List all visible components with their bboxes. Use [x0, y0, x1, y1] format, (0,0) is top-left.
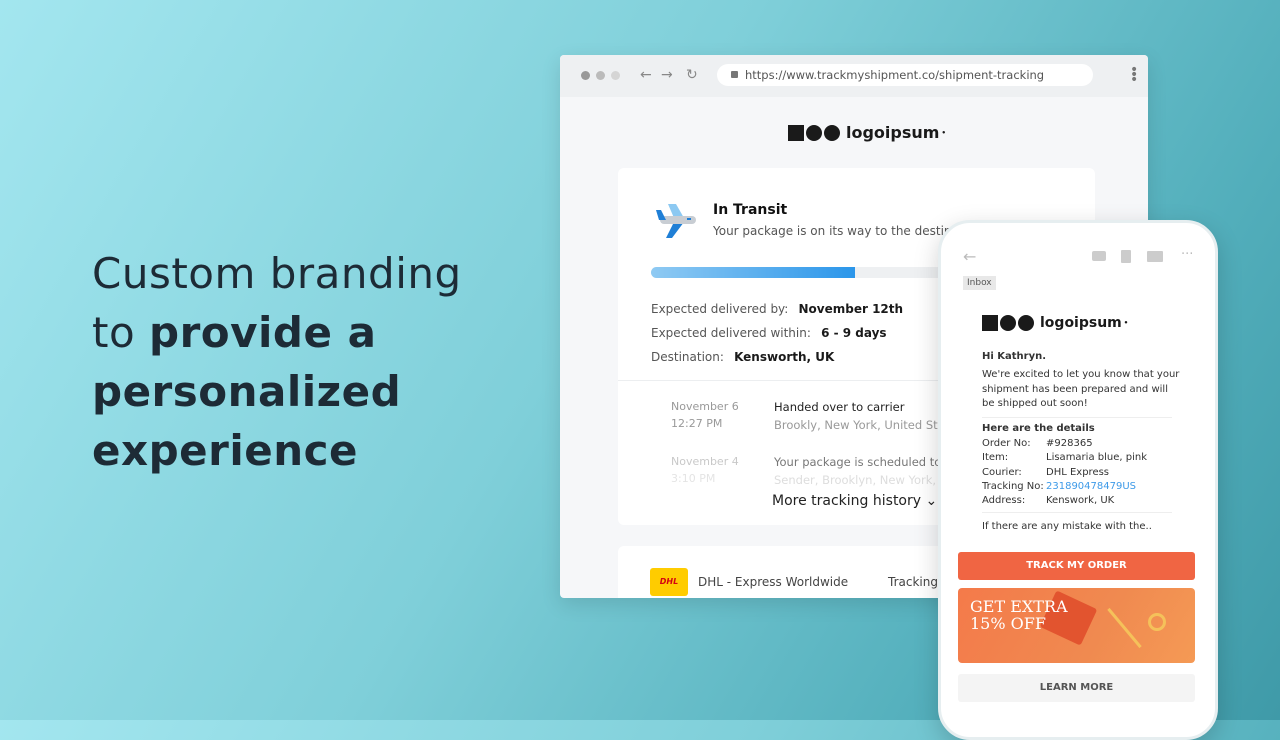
brand-logo: logoipsum •	[982, 315, 1128, 331]
lock-icon	[731, 71, 738, 78]
phone-email-preview: ← ··· Inbox logoipsum • Hi Kathryn. We're…	[938, 220, 1218, 740]
status-subtitle: Your package is on its way to the destin…	[713, 224, 959, 238]
promo-text: GET EXTRA 15% OFF	[970, 597, 1068, 633]
browser-toolbar: ← → ↻ https://www.trackmyshipment.co/shi…	[560, 55, 1148, 97]
headline-bold: provide a	[149, 308, 377, 357]
forward-icon[interactable]: →	[661, 67, 673, 83]
email-footer: If there are any mistake with the..	[982, 521, 1152, 532]
promo-banner[interactable]: GET EXTRA 15% OFF	[958, 588, 1195, 663]
headline-bold: experience	[92, 426, 359, 475]
browser-menu-icon[interactable]: • • •	[1130, 63, 1138, 87]
brush-image	[1107, 607, 1142, 649]
brand-logo: logoipsum •	[788, 123, 946, 142]
chevron-down-icon: ⌄	[925, 493, 938, 509]
headline-bold: personalized	[92, 367, 402, 416]
progress-fill	[651, 267, 855, 278]
history-event: Handed over to carrier Brookly, New York,…	[774, 400, 957, 432]
details-values: #928365 Lisamaria blue, pink DHL Express 23…	[1046, 438, 1147, 507]
tracking-number-link[interactable]: 231890478479US	[1046, 480, 1147, 494]
detail-row: Expected delivered by: November 12th	[651, 302, 904, 316]
track-my-order-button[interactable]: TRACK MY ORDER	[958, 552, 1195, 580]
inbox-badge: Inbox	[963, 276, 996, 290]
history-date: November 4 3:10 PM	[671, 455, 739, 485]
headline-line: Custom branding	[92, 249, 462, 298]
back-arrow-icon[interactable]: ←	[963, 247, 976, 266]
learn-more-button[interactable]: LEARN MORE	[958, 674, 1195, 702]
trash-icon[interactable]	[1121, 250, 1131, 263]
carrier-name: DHL - Express Worldwide	[698, 575, 849, 589]
back-icon[interactable]: ←	[640, 67, 652, 83]
greeting: Hi Kathryn.	[982, 351, 1047, 362]
compact-image	[1148, 613, 1166, 631]
headline: Custom branding to provide a personalize…	[92, 244, 462, 480]
headline-line: to provide a	[92, 303, 462, 362]
history-event: Your package is scheduled to b Sender, Br…	[774, 455, 956, 487]
window-close-dot[interactable]	[581, 71, 590, 80]
details-title: Here are the details	[982, 423, 1095, 434]
detail-row: Destination: Kensworth, UK	[651, 350, 835, 364]
status-title: In Transit	[713, 202, 788, 218]
address-bar[interactable]: https://www.trackmyshipment.co/shipment-…	[717, 64, 1093, 86]
url-text: https://www.trackmyshipment.co/shipment-…	[745, 68, 1045, 82]
tracking-label: Tracking	[888, 575, 938, 589]
divider	[982, 417, 1172, 418]
archive-icon[interactable]	[1092, 251, 1106, 261]
details-labels: Order No: Item: Courier: Tracking No: Addres…	[982, 438, 1044, 507]
mail-icon[interactable]	[1147, 251, 1163, 262]
divider	[982, 512, 1172, 513]
headline-text: to	[92, 308, 150, 357]
airplane-icon	[656, 204, 696, 238]
progress-bar	[651, 267, 951, 278]
window-max-dot[interactable]	[611, 71, 620, 80]
history-date: November 6 12:27 PM	[671, 400, 739, 430]
email-body: We're excited to let you know that your s…	[982, 369, 1180, 409]
dhl-logo: DHL	[650, 568, 688, 596]
more-icon[interactable]: ···	[1181, 247, 1193, 262]
detail-row: Expected delivered within: 6 - 9 days	[651, 326, 887, 340]
reload-icon[interactable]: ↻	[686, 67, 698, 83]
window-min-dot[interactable]	[596, 71, 605, 80]
more-tracking-history-link[interactable]: More tracking history ⌄	[772, 493, 937, 509]
